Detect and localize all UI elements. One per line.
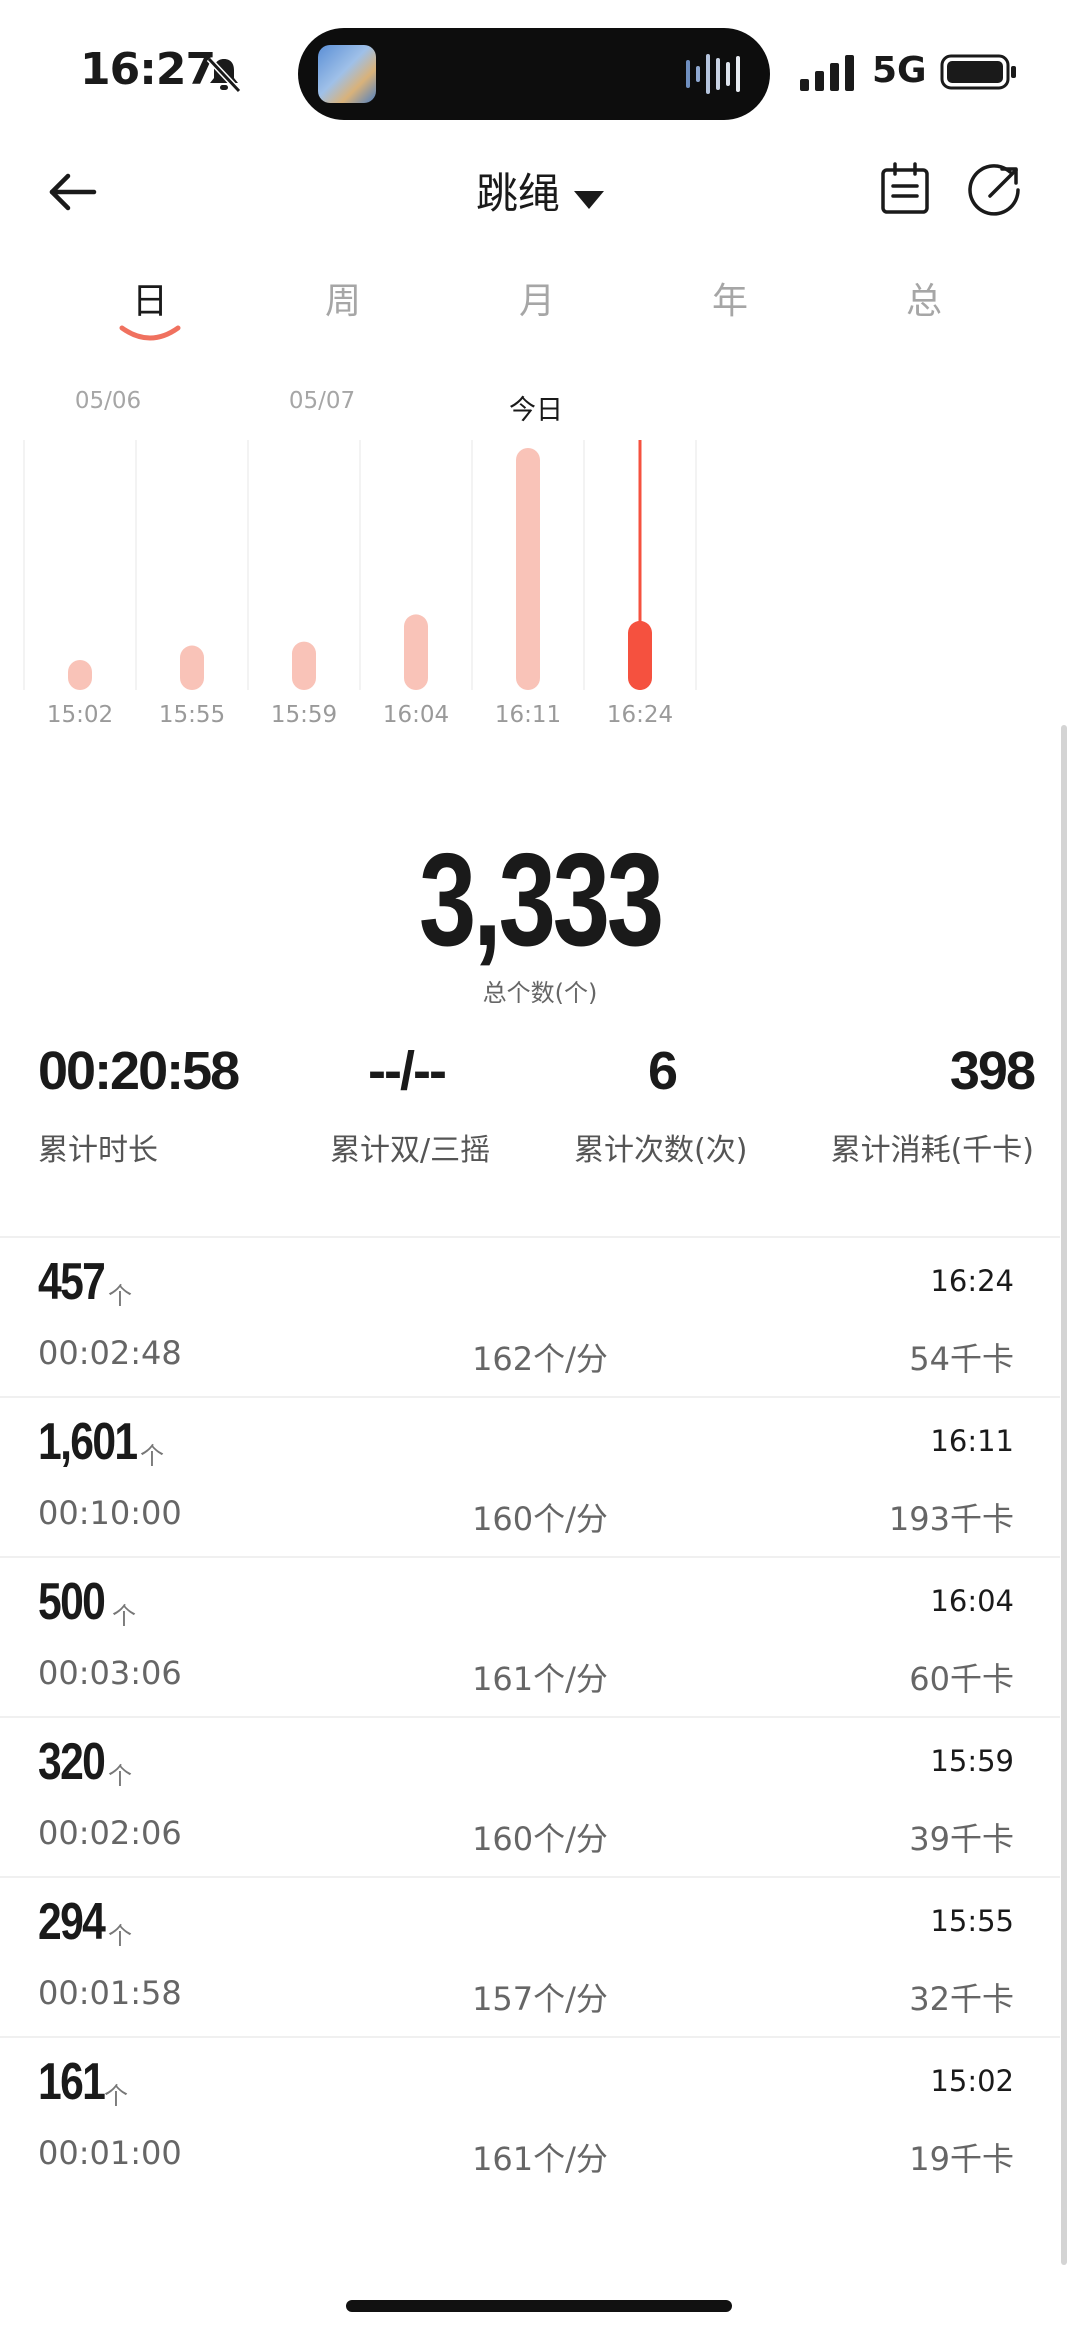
total-duration-label: 累计时长 xyxy=(38,1133,158,1168)
session-pace: 160个/分 xyxy=(472,1500,608,1538)
chart-x-tick-label: 16:11 xyxy=(495,702,561,728)
session-count: 457 xyxy=(38,1253,106,1311)
calendar-icon[interactable] xyxy=(875,160,935,220)
session-start-time: 16:11 xyxy=(930,1424,1014,1458)
row-divider xyxy=(0,2036,1060,2038)
total-duration-value: 00:20:58 xyxy=(38,1041,240,1101)
session-row[interactable]: 1,601 个 16:11 00:10:00 160个/分 193千卡 xyxy=(0,1396,1060,1556)
double-under-value: --/-- xyxy=(368,1041,447,1101)
session-pace: 160个/分 xyxy=(472,1820,608,1858)
scrollbar[interactable] xyxy=(1061,725,1067,2265)
chart-x-tick-label: 15:55 xyxy=(159,702,225,728)
session-count: 294 xyxy=(38,1893,106,1951)
tab-month[interactable]: 月 xyxy=(477,272,597,324)
session-count-label: 累计次数(次) xyxy=(574,1133,748,1168)
row-divider xyxy=(0,1556,1060,1558)
tab-week[interactable]: 周 xyxy=(283,272,403,324)
session-pace: 161个/分 xyxy=(472,1660,608,1698)
session-row[interactable]: 320 个 15:59 00:02:06 160个/分 39千卡 xyxy=(0,1716,1060,1876)
session-calories: 193千卡 xyxy=(888,1500,1014,1538)
session-bar-chart[interactable]: 15:02 15:55 15:59 16:04 16:11 16:24 xyxy=(0,440,1060,740)
double-under-label: 累计双/三摇 xyxy=(330,1133,491,1168)
session-row[interactable]: 294 个 15:55 00:01:58 157个/分 32千卡 xyxy=(0,1876,1060,2036)
session-calories: 54千卡 xyxy=(909,1340,1014,1378)
session-row[interactable]: 500 个 16:04 00:03:06 161个/分 60千卡 xyxy=(0,1556,1060,1716)
tab-total[interactable]: 总 xyxy=(864,272,984,324)
chart-bar[interactable] xyxy=(292,641,316,690)
session-duration: 00:01:00 xyxy=(38,2134,182,2172)
session-start-time: 16:04 xyxy=(930,1584,1014,1618)
date-label-today[interactable]: 今日 xyxy=(456,388,616,427)
session-row[interactable]: 457 个 16:24 00:02:48 162个/分 54千卡 xyxy=(0,1236,1060,1396)
row-divider xyxy=(0,1716,1060,1718)
session-pace: 162个/分 xyxy=(472,1340,608,1378)
session-count: 500 xyxy=(38,1573,106,1631)
audio-wave-icon xyxy=(686,54,740,94)
chart-x-tick-label: 16:24 xyxy=(607,702,673,728)
session-duration: 00:03:06 xyxy=(38,1654,182,1692)
cellular-signal-icon xyxy=(800,55,854,91)
chart-bar[interactable] xyxy=(628,620,652,690)
session-duration: 00:01:58 xyxy=(38,1974,182,2012)
caret-down-icon xyxy=(574,190,604,209)
status-time: 16:27 xyxy=(80,44,216,95)
active-tab-indicator xyxy=(119,325,181,341)
chart-x-tick-label: 16:04 xyxy=(383,702,449,728)
chart-bar[interactable] xyxy=(516,448,540,690)
chart-x-tick-label: 15:02 xyxy=(47,702,113,728)
session-calories: 60千卡 xyxy=(909,1660,1014,1698)
media-thumbnail xyxy=(318,45,376,103)
chart-bar[interactable] xyxy=(180,645,204,690)
session-start-time: 15:55 xyxy=(930,1904,1014,1938)
total-count: 3,333 xyxy=(418,826,664,973)
calories-value: 398 xyxy=(949,1041,1036,1101)
session-count: 320 xyxy=(38,1733,106,1791)
chart-bar[interactable] xyxy=(404,614,428,690)
date-label[interactable]: 05/06 xyxy=(28,388,188,414)
session-count-value: 6 xyxy=(648,1041,678,1101)
bell-muted-icon xyxy=(206,56,242,94)
tab-day[interactable]: 日 xyxy=(90,272,210,324)
total-count-label: 总个数(个) xyxy=(482,979,598,1007)
session-count-unit: 个 xyxy=(104,2082,128,2110)
session-calories: 19千卡 xyxy=(909,2140,1014,2178)
chart-x-tick-label: 15:59 xyxy=(271,702,337,728)
tab-year[interactable]: 年 xyxy=(670,272,790,324)
session-duration: 00:10:00 xyxy=(38,1494,182,1532)
session-count-unit: 个 xyxy=(108,1762,132,1790)
session-count: 161 xyxy=(38,2053,106,2111)
dynamic-island[interactable] xyxy=(298,28,770,120)
session-duration: 00:02:48 xyxy=(38,1334,182,1372)
session-duration: 00:02:06 xyxy=(38,1814,182,1852)
share-icon[interactable] xyxy=(966,160,1026,220)
session-calories: 32千卡 xyxy=(909,1980,1014,2018)
network-label: 5G xyxy=(872,50,927,91)
row-divider xyxy=(0,1396,1060,1398)
session-start-time: 15:59 xyxy=(930,1744,1014,1778)
session-row[interactable]: 161 个 15:02 00:01:00 161个/分 19千卡 xyxy=(0,2036,1060,2196)
session-start-time: 15:02 xyxy=(930,2064,1014,2098)
row-divider xyxy=(0,1236,1060,1238)
home-indicator[interactable] xyxy=(346,2300,732,2312)
session-count-unit: 个 xyxy=(108,1922,132,1950)
session-count-unit: 个 xyxy=(112,1602,136,1630)
chart-bar[interactable] xyxy=(68,660,92,690)
session-count-unit: 个 xyxy=(108,1282,132,1310)
battery-icon xyxy=(940,54,1016,90)
page-title: 跳绳 xyxy=(475,169,560,218)
session-start-time: 16:24 xyxy=(930,1264,1014,1298)
session-count: 1,601 xyxy=(38,1413,138,1471)
session-calories: 39千卡 xyxy=(909,1820,1014,1858)
session-count-unit: 个 xyxy=(140,1442,164,1470)
date-label[interactable]: 05/07 xyxy=(242,388,402,414)
session-pace: 161个/分 xyxy=(472,2140,608,2178)
session-pace: 157个/分 xyxy=(472,1980,608,2018)
calories-label: 累计消耗(千卡) xyxy=(830,1133,1034,1168)
row-divider xyxy=(0,1876,1060,1878)
